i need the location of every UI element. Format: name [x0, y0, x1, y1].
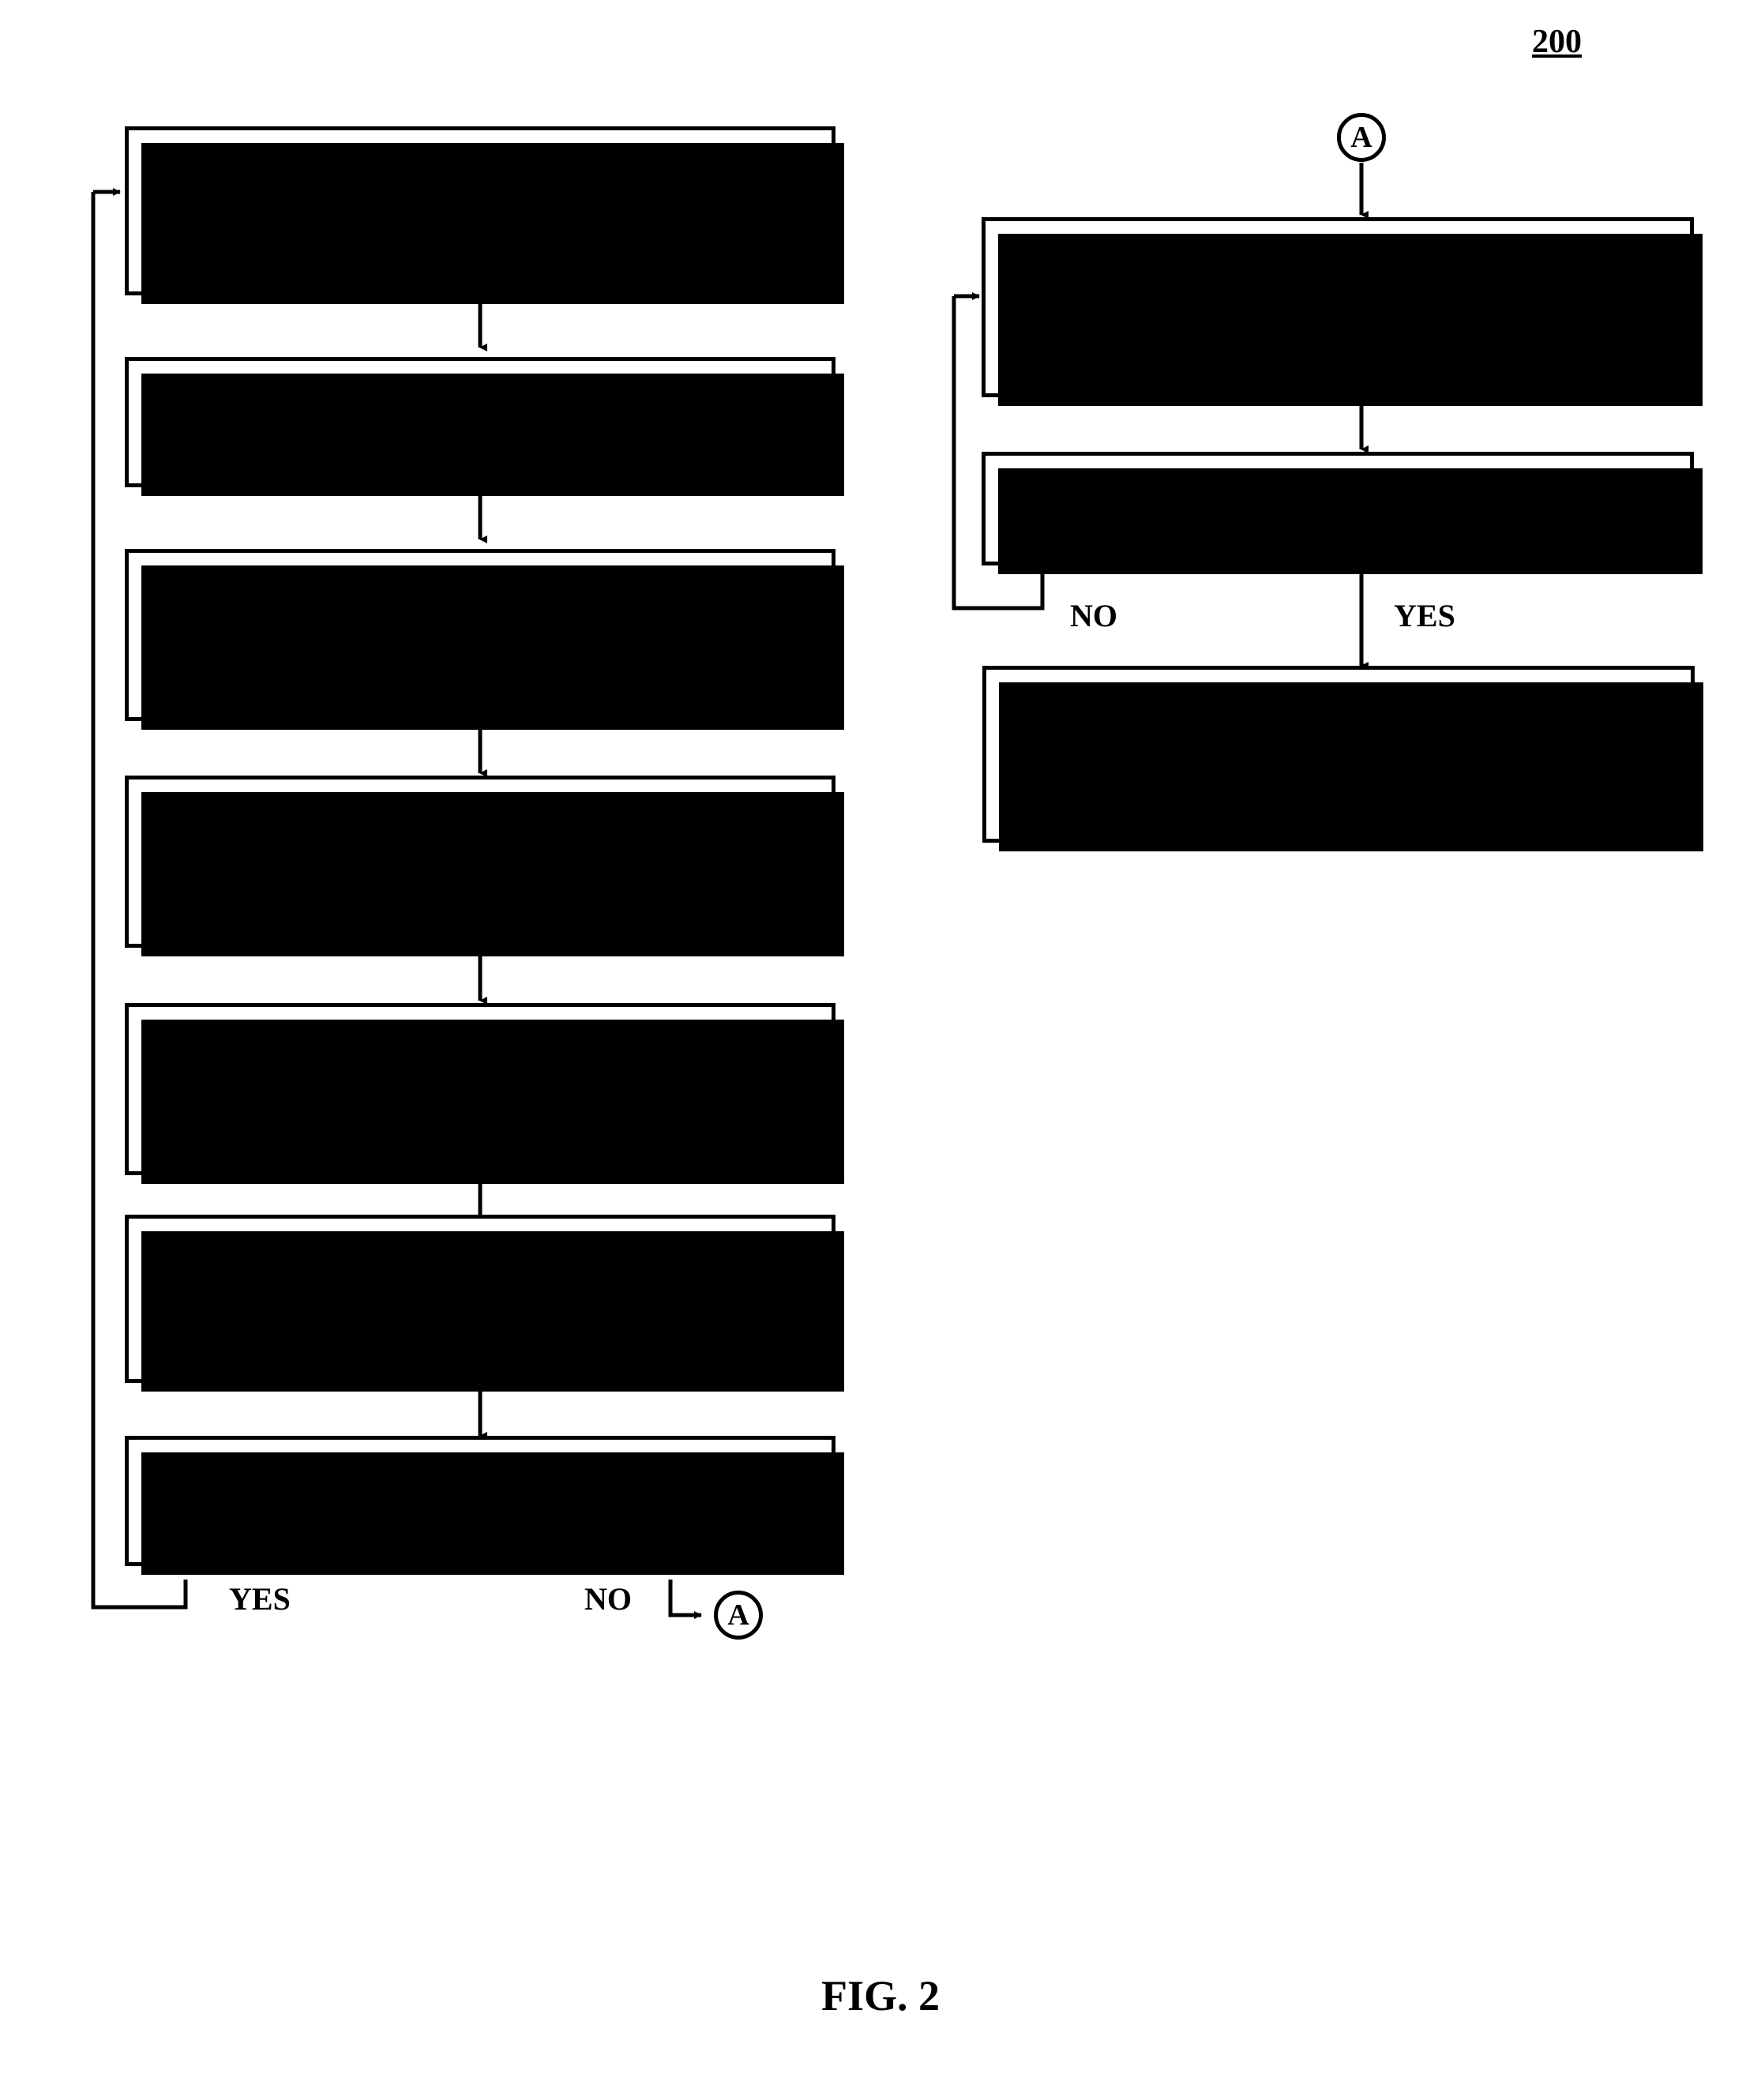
figure-number: 200 — [1532, 24, 1582, 60]
process-box-205: A super model and an object within the m… — [125, 126, 844, 304]
branch-label-yes-right: YES — [1394, 598, 1455, 633]
decision-box-245: New objects to link? 245 — [125, 1436, 844, 1575]
connector-label: A — [1350, 121, 1372, 154]
box-label: Change is determined? — [1192, 467, 1483, 502]
box-label: Discovery data with IT tools such as a m… — [238, 791, 722, 863]
box-label: A super model and an object within the m… — [232, 141, 728, 214]
process-box-215: The object is selected 215 — [125, 357, 844, 496]
process-box-220: Seed data associated with the object is … — [125, 549, 844, 730]
process-box-250: Operational environment is monitored for… — [982, 217, 1703, 406]
box-reference-number: 205 — [767, 251, 814, 287]
decision-box-255: Change is determined? 255 — [982, 452, 1703, 574]
connector-circle-a-entry: A — [1337, 113, 1386, 162]
process-box-240: Seed and discovery data is utilized to u… — [125, 1215, 844, 1392]
figure-caption: FIG. 2 — [820, 1972, 940, 2019]
box-label: Seed and discovery data is utilized to u… — [245, 1230, 715, 1302]
box-reference-number: 235 — [767, 1131, 814, 1166]
process-box-230: Discovery data with IT tools such as a m… — [125, 776, 844, 956]
figure-canvas: 200 A super model and an object within t… — [0, 0, 1761, 2100]
box-reference-number: 240 — [767, 1339, 814, 1374]
box-reference-number: 220 — [767, 677, 814, 712]
box-reference-number: 250 — [1625, 353, 1673, 389]
box-reference-number: 230 — [767, 903, 814, 939]
process-box-260: An appropriate object associated with th… — [982, 666, 1703, 851]
branch-label-yes-left: YES — [229, 1581, 291, 1617]
branch-label-no-left: NO — [584, 1581, 632, 1617]
box-label: New objects to link? — [350, 1451, 610, 1486]
box-reference-number: 245 — [767, 1522, 814, 1557]
box-reference-number: 260 — [1626, 798, 1673, 834]
box-label: Data is analyzed to link relevant super … — [238, 1018, 723, 1091]
box-label: Operational environment is monitored for… — [1073, 232, 1602, 305]
box-label: An appropriate object associated with th… — [1076, 681, 1601, 753]
process-box-235: Data is analyzed to link relevant super … — [125, 1003, 844, 1184]
box-label: Seed data associated with the object is … — [238, 564, 723, 637]
box-reference-number: 215 — [767, 443, 814, 479]
connector-circle-a-exit: A — [714, 1591, 763, 1640]
branch-label-no-right: NO — [1070, 598, 1117, 633]
connector-label: A — [727, 1598, 749, 1632]
box-label: The object is selected — [344, 372, 617, 408]
box-reference-number: 255 — [1625, 521, 1673, 557]
